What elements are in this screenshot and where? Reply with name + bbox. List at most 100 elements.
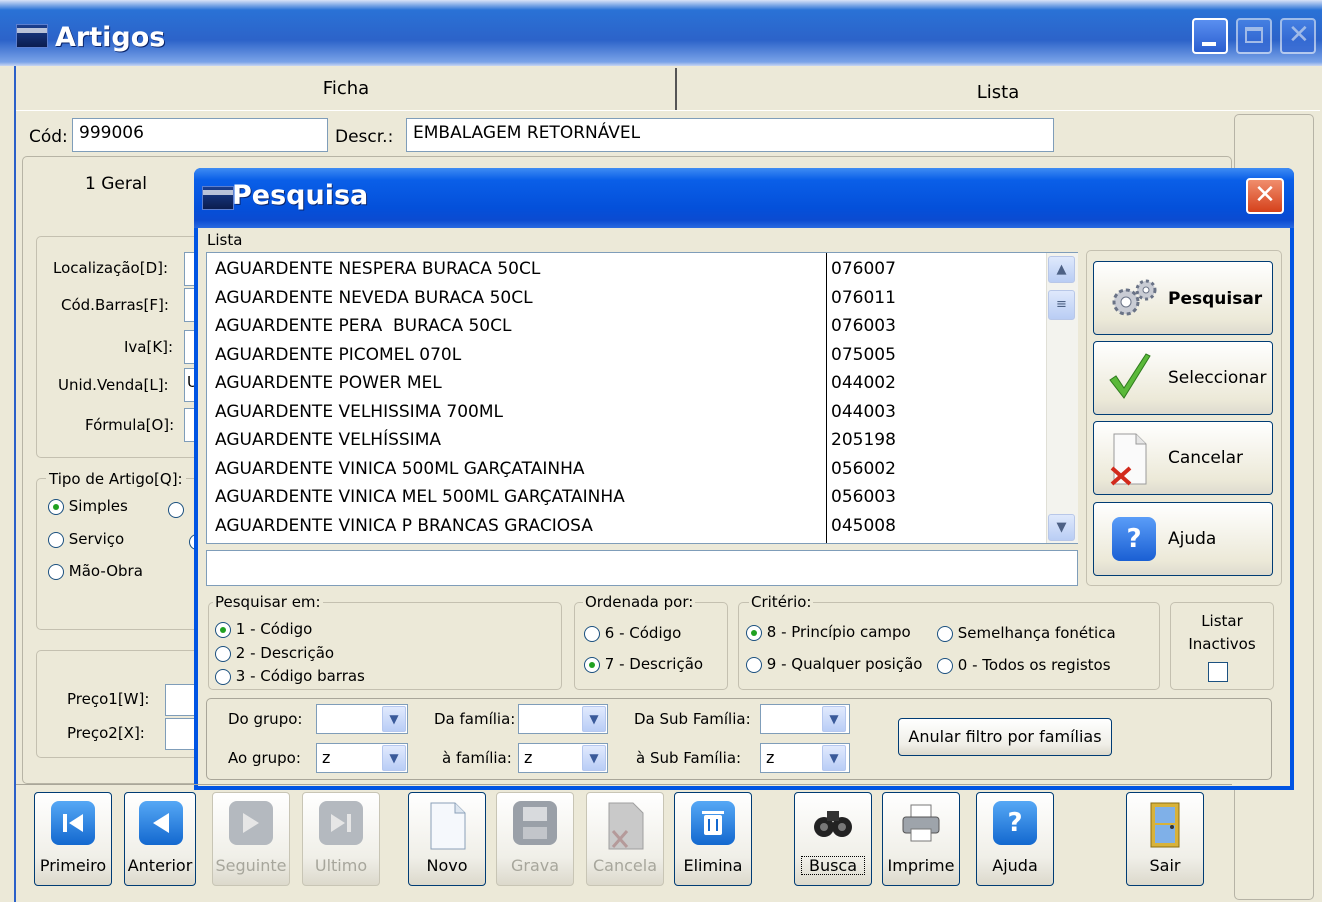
novo-label: Novo — [426, 856, 468, 875]
novo-button[interactable]: Novo — [408, 792, 486, 886]
minimize-button[interactable] — [1192, 18, 1228, 54]
ajuda-label: Ajuda — [992, 856, 1038, 875]
list-item[interactable]: AGUARDENTE VELHÍSSIMA 205198 — [207, 426, 1077, 455]
crit-principio-option[interactable]: 8 - Princípio campo — [746, 623, 911, 641]
item-code: 076003 — [831, 316, 896, 336]
list-item[interactable]: AGUARDENTE POWER MEL 044002 — [207, 369, 1077, 398]
list-item[interactable]: AGUARDENTE NEVEDA BURACA 50CL 076011 — [207, 284, 1077, 313]
list-item[interactable]: AGUARDENTE VINICA 500ML GARÇATAINHA 05600… — [207, 455, 1077, 484]
tipo-mao-obra-radio[interactable] — [48, 563, 64, 580]
a-familia-label: à família: — [442, 749, 512, 767]
seleccionar-button[interactable]: Seleccionar — [1093, 341, 1273, 415]
primeiro-button[interactable]: Primeiro — [34, 792, 112, 886]
tipo-servico-radio[interactable] — [48, 531, 64, 548]
tipo-mao-obra[interactable]: Mão-Obra — [48, 562, 143, 580]
pesq-descricao-label: 2 - Descrição — [235, 644, 335, 662]
crit-qualquer-option[interactable]: 9 - Qualquer posição — [746, 655, 938, 673]
tipo-simples-label: Simples — [68, 497, 128, 515]
ord-descricao-radio[interactable] — [584, 656, 600, 673]
ajuda-dialog-button[interactable]: ? Ajuda — [1093, 502, 1273, 576]
pesquisar-label: Pesquisar — [1168, 289, 1263, 309]
ord-codigo-radio[interactable] — [584, 625, 600, 642]
ajuda-button[interactable]: ? Ajuda — [976, 792, 1054, 886]
imprime-label: Imprime — [887, 856, 955, 875]
chevron-down-icon: ▼ — [389, 712, 399, 726]
results-list[interactable]: AGUARDENTE NESPERA BURACA 50CL 076007 AGU… — [206, 252, 1078, 544]
pesq-codigo-radio[interactable] — [215, 621, 231, 638]
list-item[interactable]: AGUARDENTE VINICA P BRANCAS GRACIOSA 0450… — [207, 512, 1077, 541]
tab-geral[interactable]: 1 Geral — [85, 174, 147, 194]
item-code: 205198 — [831, 430, 896, 450]
scroll-thumb[interactable]: ≡ — [1048, 290, 1075, 320]
main-title-bar[interactable] — [0, 0, 1322, 66]
elimina-button[interactable]: Elimina — [674, 792, 752, 886]
descr-input[interactable]: EMBALAGEM RETORNÁVEL — [406, 118, 1054, 152]
scroll-down-button[interactable]: ▼ — [1048, 514, 1075, 541]
chevron-down-icon: ▼ — [389, 751, 399, 765]
maximize-button[interactable] — [1236, 18, 1272, 54]
ultimo-button[interactable]: Ultimo — [302, 792, 380, 886]
crit-todos-option[interactable]: 0 - Todos os registos — [937, 656, 1111, 674]
crit-fonetica-radio[interactable] — [937, 625, 953, 642]
do-grupo-dropdown[interactable]: ▼ — [382, 706, 406, 732]
pesquisar-em-label: Pesquisar em: — [213, 593, 323, 611]
search-input[interactable] — [206, 550, 1078, 586]
list-item[interactable]: AGUARDENTE NESPERA BURACA 50CL 076007 — [207, 255, 1077, 284]
da-sub-familia-dropdown[interactable]: ▼ — [822, 706, 846, 732]
list-item[interactable]: AGUARDENTE VELHISSIMA 700ML 044003 — [207, 398, 1077, 427]
a-familia-value: z — [524, 748, 533, 767]
seguinte-button[interactable]: Seguinte — [212, 792, 290, 886]
seguinte-label: Seguinte — [215, 856, 287, 875]
anterior-button[interactable]: Anterior — [124, 792, 196, 886]
a-sub-familia-dropdown[interactable]: ▼ — [822, 745, 846, 771]
tipo-simples-radio[interactable] — [48, 498, 64, 515]
list-item[interactable]: AGUARDENTE PERA BURACA 50CL 076003 — [207, 312, 1077, 341]
pesq-codigo-barras-option[interactable]: 3 - Código barras — [215, 667, 365, 685]
tipo-simples[interactable]: Simples — [48, 497, 128, 515]
list-item[interactable]: AGUARDENTE VINICA MEL 500ML GARÇATAINHA 0… — [207, 483, 1077, 512]
crit-todos-radio[interactable] — [937, 657, 953, 674]
pesq-descricao-option[interactable]: 2 - Descrição — [215, 644, 334, 662]
checkmark-icon — [1109, 353, 1151, 399]
dialog-close-button[interactable]: ✕ — [1246, 178, 1284, 214]
busca-button[interactable]: Busca — [794, 792, 872, 886]
grava-button[interactable]: Grava — [496, 792, 574, 886]
cancelar-button[interactable]: Cancelar — [1093, 421, 1273, 495]
sair-label: Sair — [1149, 856, 1181, 875]
pesq-descricao-radio[interactable] — [215, 645, 231, 662]
crit-fonetica-option[interactable]: Semelhança fonética — [937, 624, 1116, 642]
sair-button[interactable]: Sair — [1126, 792, 1204, 886]
tipo-extra-radio-1[interactable] — [168, 501, 184, 518]
cod-input[interactable]: 999006 — [72, 118, 328, 152]
previous-record-icon — [139, 801, 183, 845]
tipo-servico[interactable]: Serviço — [48, 530, 124, 548]
imprime-button[interactable]: Imprime — [882, 792, 960, 886]
help-icon: ? — [1112, 517, 1156, 561]
item-descr: AGUARDENTE VINICA P BRANCAS GRACIOSA — [215, 515, 593, 536]
pesquisar-button[interactable]: Pesquisar — [1093, 261, 1273, 335]
ao-grupo-dropdown[interactable]: ▼ — [382, 745, 406, 771]
crit-principio-radio[interactable] — [746, 624, 762, 641]
crit-qualquer-radio[interactable] — [746, 656, 762, 673]
da-familia-dropdown[interactable]: ▼ — [582, 706, 606, 732]
preco1-label: Preço1[W]: — [67, 690, 150, 708]
a-familia-dropdown[interactable]: ▼ — [582, 745, 606, 771]
tab-underline — [16, 110, 1320, 111]
window-close-button[interactable]: ✕ — [1280, 18, 1316, 54]
anular-filtro-button[interactable]: Anular filtro por famílias — [898, 718, 1112, 756]
cancela-button[interactable]: Cancela — [586, 792, 664, 886]
ord-descricao-option[interactable]: 7 - Descrição — [584, 655, 703, 673]
listar-inactivos-checkbox[interactable] — [1208, 662, 1228, 682]
dialog-title: Pesquisa — [232, 180, 369, 211]
tipo-mao-obra-label: Mão-Obra — [68, 562, 143, 580]
tab-ficha[interactable]: Ficha — [16, 66, 676, 110]
ord-codigo-option[interactable]: 6 - Código — [584, 624, 681, 642]
pesq-codigo-option[interactable]: 1 - Código — [215, 620, 312, 638]
cod-barras-label: Cód.Barras[F]: — [61, 296, 169, 314]
tab-lista[interactable]: Lista — [678, 70, 1318, 114]
list-item[interactable]: AGUARDENTE PICOMEL 070L 075005 — [207, 341, 1077, 370]
criterio-group — [738, 602, 1160, 690]
pesq-codigo-barras-radio[interactable] — [215, 668, 231, 685]
scroll-up-button[interactable]: ▲ — [1048, 256, 1075, 283]
tipo-artigo-label: Tipo de Artigo[Q]: — [46, 470, 186, 488]
